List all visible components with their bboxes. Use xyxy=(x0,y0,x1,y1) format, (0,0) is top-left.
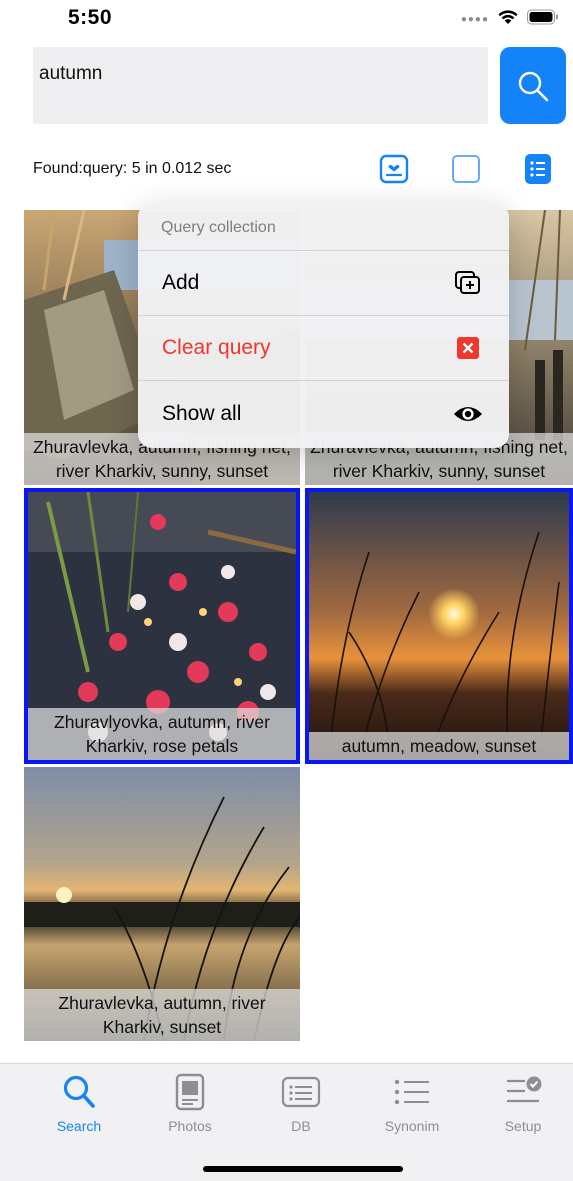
heart-card-icon xyxy=(379,154,409,184)
search-icon xyxy=(518,71,549,101)
battery-icon xyxy=(527,9,558,24)
menu-item-label: Show all xyxy=(162,401,242,425)
tab-search[interactable]: Search xyxy=(29,1072,129,1134)
menu-item-show-all[interactable]: Show all xyxy=(138,381,509,446)
photo-tile[interactable]: Zhuravlevka, autumn, river Kharkiv, suns… xyxy=(24,767,300,1041)
tab-label: Synonim xyxy=(384,1118,440,1134)
menu-item-clear-query[interactable]: Clear query xyxy=(138,316,509,381)
tab-photos[interactable]: Photos xyxy=(140,1072,240,1134)
photo-tile-selected[interactable]: Zhuravlyovka, autumn, river Kharkiv, ros… xyxy=(24,488,300,764)
signal-icon: ●●●● xyxy=(460,14,489,25)
tab-label: Setup xyxy=(504,1118,542,1134)
query-collection-menu: Query collection Add Clear query Show al… xyxy=(138,203,509,448)
select-all-button[interactable] xyxy=(450,153,482,185)
add-collection-icon xyxy=(453,268,483,298)
magnifier-icon xyxy=(63,1075,95,1108)
tab-label: DB xyxy=(291,1118,311,1134)
menu-item-label: Clear query xyxy=(162,336,271,359)
menu-item-label: Add xyxy=(162,271,200,294)
photos-icon xyxy=(175,1073,205,1111)
eye-icon xyxy=(453,399,483,429)
photo-caption: autumn, meadow, sunset xyxy=(309,732,569,760)
tab-setup[interactable]: Setup xyxy=(473,1072,573,1134)
db-icon xyxy=(281,1076,321,1108)
photo-tile-selected[interactable]: autumn, meadow, sunset xyxy=(305,488,573,764)
tab-label: Search xyxy=(56,1118,102,1134)
photo-meadow-sunset xyxy=(309,492,569,760)
favorite-card-button[interactable] xyxy=(378,153,410,185)
search-button[interactable] xyxy=(500,47,566,124)
photo-caption: Zhuravlevka, autumn, river Kharkiv, suns… xyxy=(24,989,300,1041)
tab-db[interactable]: DB xyxy=(251,1072,351,1134)
menu-title: Query collection xyxy=(138,203,509,251)
tab-label: Photos xyxy=(168,1118,212,1134)
square-icon xyxy=(452,155,480,183)
photo-caption: Zhuravlyovka, autumn, river Kharkiv, ros… xyxy=(28,708,296,760)
search-input-value: autumn xyxy=(39,63,103,84)
list-view-button[interactable] xyxy=(522,153,554,185)
status-icons: ●●●● xyxy=(461,8,559,25)
found-results-label: Found:query: 5 in 0.012 sec xyxy=(33,160,232,177)
menu-item-add[interactable]: Add xyxy=(138,251,509,316)
status-time: 5:50 xyxy=(68,6,113,29)
tab-synonim[interactable]: Synonim xyxy=(362,1072,462,1134)
list-icon xyxy=(394,1079,429,1105)
setup-icon xyxy=(507,1076,542,1103)
tab-bar: Search Photos DB Synonim Setup xyxy=(0,1063,573,1181)
home-indicator xyxy=(203,1166,403,1172)
wifi-icon xyxy=(498,9,518,24)
list-icon xyxy=(525,154,551,184)
clear-x-icon xyxy=(453,333,483,363)
search-input[interactable]: autumn xyxy=(33,47,488,124)
status-bar: 5:50 ●●●● xyxy=(0,0,573,38)
